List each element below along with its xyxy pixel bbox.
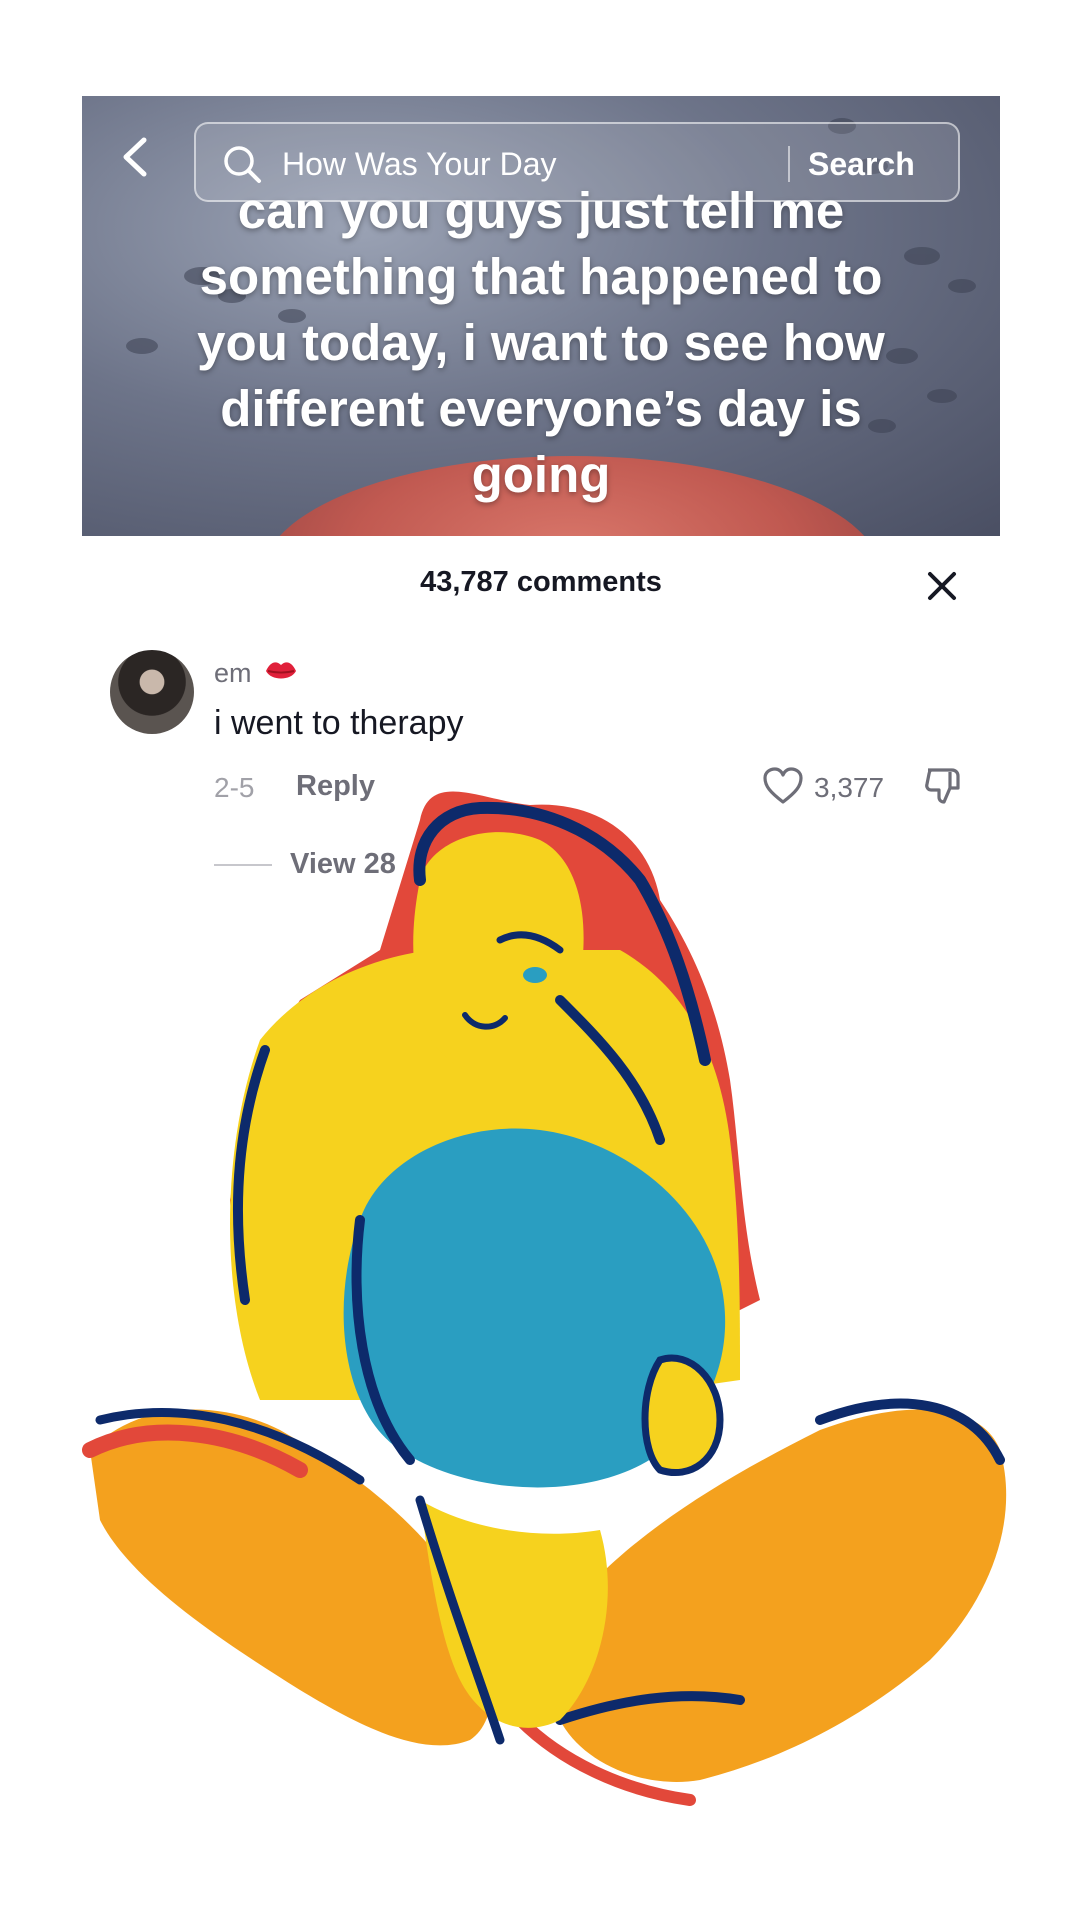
close-icon: [928, 572, 956, 600]
search-divider: [788, 146, 790, 182]
avatar[interactable]: [110, 650, 194, 734]
view-replies-button[interactable]: View 28: [290, 848, 396, 881]
like-count: 3,377: [814, 772, 885, 803]
search-bar[interactable]: How Was Your Day Search: [194, 122, 960, 202]
comment-date: 2-5: [214, 772, 255, 803]
video-caption-overlay: can you guys just tell me something that…: [197, 182, 885, 503]
search-input[interactable]: How Was Your Day: [282, 146, 556, 182]
view-replies-line: [214, 864, 272, 866]
back-button[interactable]: [112, 132, 162, 182]
comments-count: 43,787 comments: [420, 566, 662, 598]
search-button[interactable]: Search: [808, 146, 915, 182]
heart-icon[interactable]: [762, 766, 804, 806]
search-icon: [224, 146, 261, 183]
thumbs-down-icon[interactable]: [922, 764, 966, 808]
video-background[interactable]: can you guys just tell me something that…: [82, 96, 1000, 536]
lips-emoji-icon: [266, 662, 296, 679]
comment-text: i went to therapy: [214, 704, 464, 742]
reply-button[interactable]: Reply: [296, 770, 375, 803]
chevron-left-icon: [123, 137, 147, 177]
close-button[interactable]: [922, 566, 962, 606]
comments-sheet: 43,787 comments em i went to therapy 2-5…: [82, 536, 1000, 1920]
comment-username[interactable]: em: [214, 658, 252, 689]
